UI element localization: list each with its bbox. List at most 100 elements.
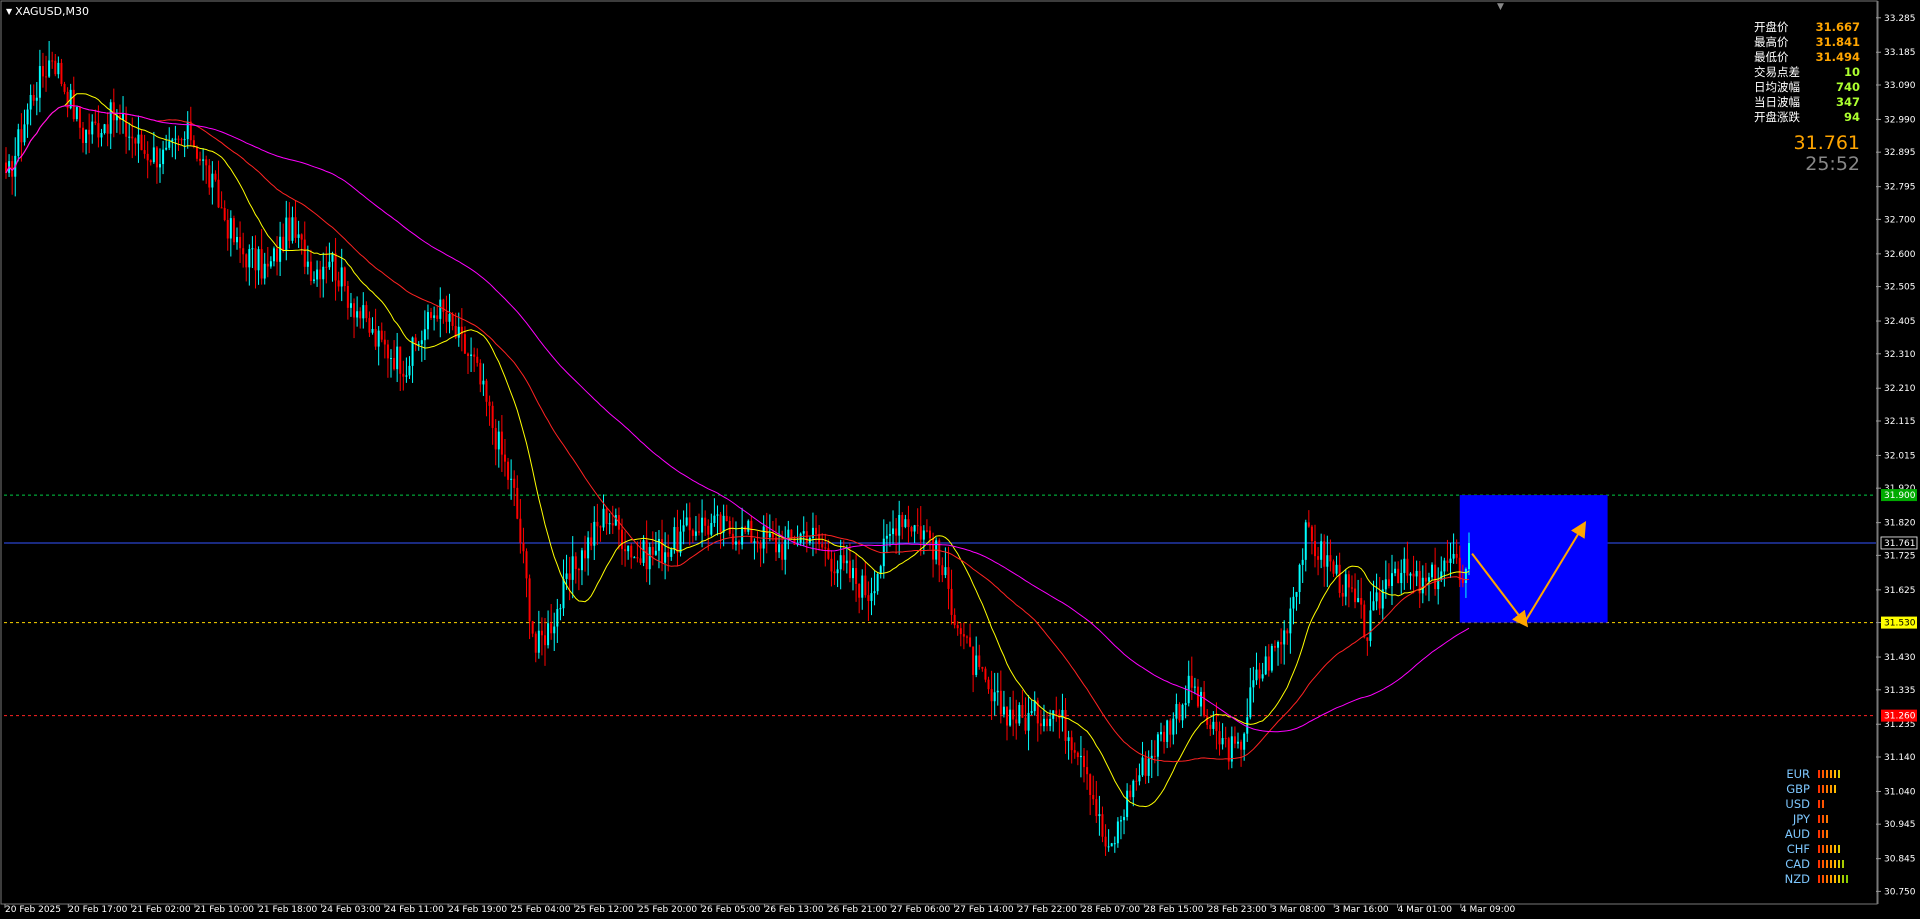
candle	[1394, 561, 1397, 577]
price-tick-label: 30.845	[1884, 855, 1916, 865]
candle-body	[888, 534, 891, 536]
candle-body	[624, 549, 627, 552]
strength-bars	[1818, 769, 1840, 778]
price-tick-label: 32.505	[1884, 283, 1916, 293]
candle	[1107, 829, 1110, 852]
candle-body	[1089, 774, 1092, 796]
candle	[1307, 510, 1310, 528]
candle	[1418, 560, 1421, 608]
candle	[57, 56, 60, 79]
candle-body	[987, 679, 990, 690]
candle	[639, 539, 642, 565]
candle-body	[208, 165, 211, 188]
candle-body	[1160, 731, 1162, 735]
candle	[959, 623, 962, 647]
candle-body	[805, 531, 808, 543]
candle	[1261, 662, 1264, 682]
candle	[811, 512, 814, 557]
candle	[1427, 572, 1430, 602]
candle	[981, 666, 984, 672]
candle	[756, 531, 759, 553]
strength-bar	[1830, 874, 1832, 883]
candle	[691, 528, 694, 543]
candle-body	[109, 102, 112, 134]
candle	[75, 106, 78, 122]
price-chart[interactable]: 33.285 33.185 33.090 32.990 32.895 32.795 32.7…	[0, 0, 1920, 919]
strength-bar	[1830, 769, 1832, 778]
strength-bar	[1834, 769, 1836, 778]
candle-body	[285, 217, 288, 251]
candle	[596, 503, 599, 546]
time-axis[interactable]: 20 Feb 2025 20 Feb 17:00 21 Feb 02:00 21 Fe…	[4, 904, 1516, 915]
candle	[531, 620, 534, 638]
candle-body	[251, 248, 254, 250]
candle	[106, 112, 109, 147]
candle	[491, 401, 494, 445]
candle	[1070, 730, 1073, 764]
candle-body	[1400, 572, 1403, 584]
candle-body	[1317, 556, 1320, 560]
candle	[534, 631, 537, 663]
candle	[953, 608, 956, 629]
candle-body	[54, 60, 57, 75]
candle	[1064, 698, 1067, 754]
candle-body	[651, 547, 654, 555]
candle	[1277, 640, 1280, 666]
candle	[947, 546, 950, 610]
candle	[1052, 710, 1055, 732]
candle	[1317, 547, 1320, 576]
candle	[393, 340, 396, 371]
candle	[131, 117, 134, 159]
candle-body	[1449, 558, 1452, 563]
candle	[861, 569, 864, 610]
chart-window[interactable]: 33.285 33.185 33.090 32.990 32.895 32.795 32.7…	[0, 0, 1920, 919]
candle-body	[1092, 795, 1095, 800]
candle-body	[1233, 736, 1236, 744]
scroll-marker-icon[interactable]: ▼	[1497, 2, 1504, 12]
candle	[430, 307, 433, 320]
candle-body	[1409, 573, 1412, 576]
candle	[45, 55, 48, 92]
candle	[149, 159, 152, 166]
candle-body	[72, 89, 75, 120]
target-zone-rectangle[interactable]	[1459, 495, 1608, 623]
candle	[165, 134, 168, 151]
candle-body	[1237, 741, 1239, 744]
dropdown-triangle-icon[interactable]: ▼	[6, 7, 12, 16]
candle	[1126, 783, 1129, 821]
candle	[657, 530, 660, 569]
candle	[1190, 656, 1193, 700]
candle-body	[950, 588, 953, 615]
candle	[399, 346, 402, 392]
candle-body	[916, 525, 919, 527]
candle	[759, 539, 762, 567]
candle-body	[972, 646, 975, 675]
strength-bar	[1818, 814, 1820, 823]
candle	[907, 505, 910, 543]
time-tick-label: 28 Feb 07:00	[1081, 905, 1140, 915]
candle	[870, 577, 873, 616]
candle-layer[interactable]	[5, 40, 1470, 856]
candle-body	[29, 94, 32, 110]
price-tick-label: 31.140	[1884, 753, 1916, 763]
candle	[1264, 646, 1267, 676]
candle-body	[913, 525, 916, 532]
candle	[1227, 736, 1230, 770]
candle-body	[861, 575, 864, 598]
candle	[1409, 572, 1412, 590]
level-layer[interactable]	[4, 494, 1876, 717]
strength-row: CHF	[1770, 841, 1865, 856]
candle	[214, 170, 217, 182]
candle-body	[1468, 542, 1470, 570]
candle	[220, 191, 223, 209]
candle-body	[1357, 598, 1360, 603]
price-tick-label: 32.600	[1884, 250, 1916, 260]
candle-body	[202, 159, 205, 161]
candle	[1009, 696, 1012, 727]
candle	[26, 103, 29, 138]
candle-body	[707, 525, 710, 535]
candle	[984, 666, 987, 683]
candle	[1366, 637, 1369, 656]
candle	[858, 583, 861, 614]
candle	[38, 49, 41, 113]
